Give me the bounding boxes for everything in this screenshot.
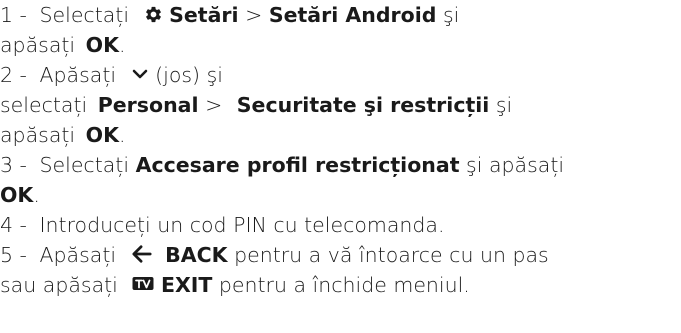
ok-label: OK — [0, 183, 34, 207]
step-5-line-1: 5 - Apăsați BACK pentru a vă întoarce cu… — [0, 240, 681, 270]
personal-label: Personal — [97, 93, 199, 117]
step-number: 5 - — [0, 243, 27, 267]
step-3-line-1: 3 - Selectați Accesare profil restricțio… — [0, 150, 681, 180]
step-2-line-1: 2 - Apăsați (jos) şi — [0, 60, 681, 90]
step-text: Selectați — [39, 3, 130, 27]
instructions: 1 - Selectați Setări > Setări Android şi… — [0, 0, 681, 300]
step-3-line-2: OK. — [0, 180, 681, 210]
restricted-profile-label: Accesare profil restricționat — [135, 153, 460, 177]
step-number: 1 - — [0, 3, 27, 27]
step-text: Apăsați — [39, 63, 117, 87]
step-2-line-3: apăsați OK. — [0, 120, 681, 150]
step-4-line-1: 4 - Introduceți un cod PIN cu telecomand… — [0, 210, 681, 240]
tv-icon — [132, 276, 154, 292]
back-label: BACK — [165, 243, 228, 267]
period: . — [118, 33, 126, 57]
step-2-line-2: selectați Personal > Securitate şi restr… — [0, 90, 681, 120]
separator: > — [245, 3, 263, 27]
period: . — [118, 123, 126, 147]
exit-label: EXIT — [160, 273, 213, 297]
step-1-line-1: 1 - Selectați Setări > Setări Android şi — [0, 0, 681, 30]
step-text: pentru a închide meniul. — [218, 273, 470, 297]
step-text: Apăsați — [39, 243, 117, 267]
ok-label: OK — [85, 33, 119, 57]
step-text: selectați — [0, 93, 88, 117]
period: . — [33, 183, 40, 207]
gear-icon — [144, 5, 163, 24]
security-label: Securitate şi restricții — [236, 93, 490, 117]
step-text: (jos) şi — [155, 63, 223, 87]
step-text: pentru a vă întoarce cu un pas — [234, 243, 549, 267]
step-number: 4 - — [0, 213, 27, 237]
step-1-line-2: apăsați OK. — [0, 30, 681, 60]
step-text: Selectați — [39, 153, 130, 177]
step-5-line-2: sau apăsați EXIT pentru a închide meniul… — [0, 270, 681, 300]
step-text: şi — [495, 93, 513, 117]
step-text: apăsați — [0, 33, 76, 57]
chevron-down-icon — [131, 65, 149, 83]
settings-label: Setări — [169, 3, 239, 27]
step-text: sau apăsați — [0, 273, 118, 297]
step-text: Introduceți un cod PIN cu telecomanda. — [39, 213, 445, 237]
arrow-left-icon — [131, 244, 153, 264]
ok-label: OK — [85, 123, 119, 147]
step-text: apăsați — [0, 123, 76, 147]
step-number: 3 - — [0, 153, 27, 177]
separator: > — [205, 93, 223, 117]
android-settings-label: Setări Android — [268, 3, 437, 27]
step-number: 2 - — [0, 63, 27, 87]
step-text: şi apăsați — [466, 153, 565, 177]
step-text: şi — [442, 3, 460, 27]
